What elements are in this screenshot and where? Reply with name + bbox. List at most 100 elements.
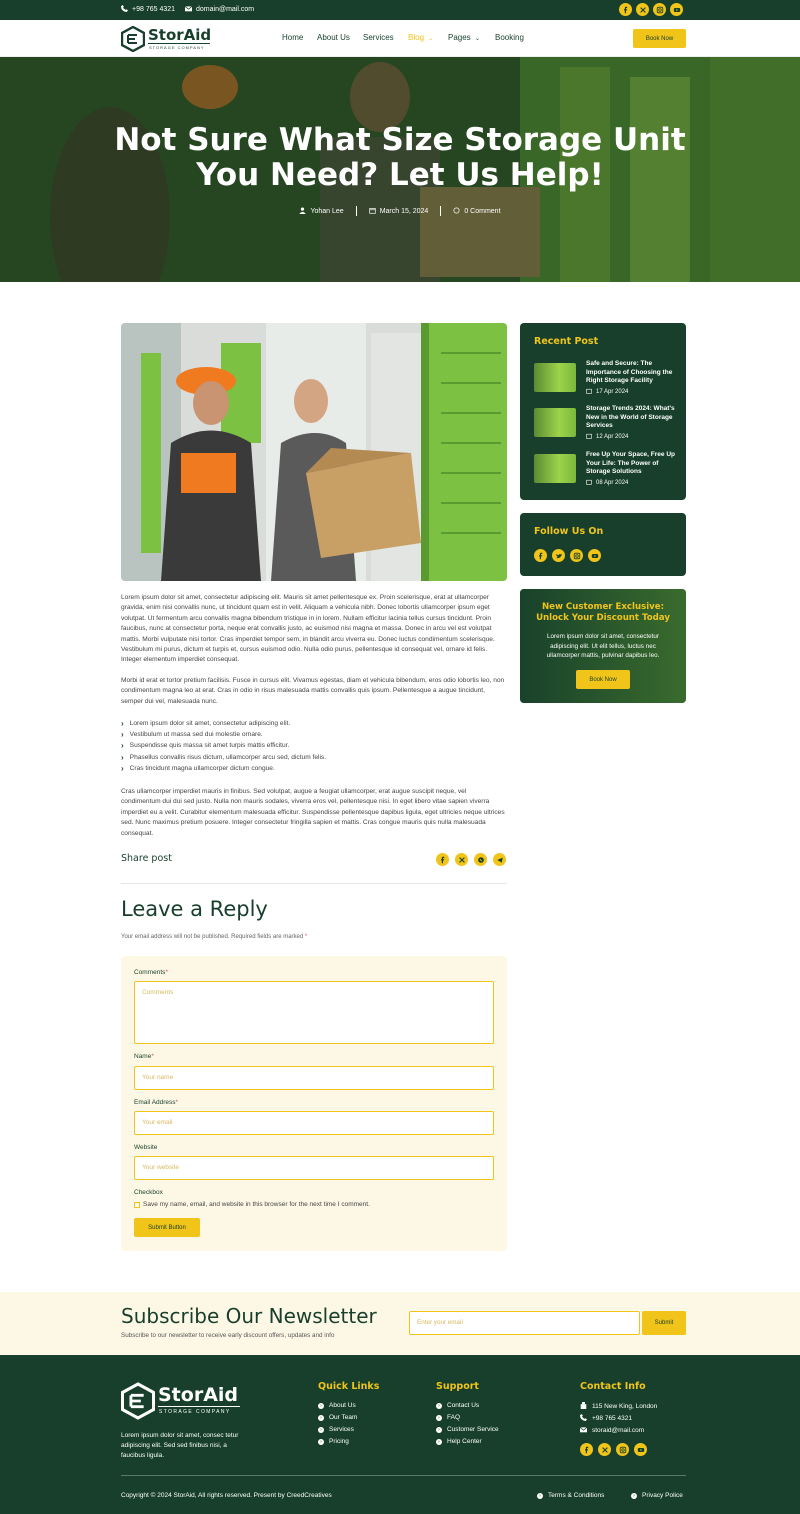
comments-textarea[interactable]: Comments: [134, 981, 494, 1044]
recent-post-title[interactable]: Free Up Your Space, Free Up Your Life: T…: [586, 451, 676, 477]
arrow-right-icon: ›: [318, 1426, 324, 1433]
list-item: › Suspendisse quis massa sit amet turpis …: [121, 741, 290, 750]
footer-address: 115 New King, London: [580, 1402, 657, 1411]
nav-about[interactable]: About Us: [317, 33, 350, 42]
recent-post-date: 12 Apr 2024: [586, 433, 628, 441]
instagram-icon[interactable]: [653, 3, 666, 16]
newsletter-submit-button[interactable]: Submit: [642, 1311, 686, 1335]
post-date: March 15, 2024: [369, 207, 428, 216]
instagram-icon[interactable]: [616, 1443, 629, 1456]
nav-blog[interactable]: Blog ⌄: [408, 33, 433, 42]
nav-booking[interactable]: Booking: [495, 33, 524, 42]
footer-link[interactable]: › Pricing: [318, 1438, 349, 1445]
topbar-phone[interactable]: +98 765 4321: [121, 5, 175, 14]
footer-link[interactable]: › Contact Us: [436, 1402, 479, 1409]
terms-link[interactable]: › Terms & Conditions: [537, 1492, 604, 1499]
footer-link[interactable]: › Customer Service: [436, 1426, 499, 1433]
comment-count: 0 Comment: [464, 207, 501, 215]
youtube-icon[interactable]: [670, 3, 683, 16]
facebook-icon[interactable]: [580, 1443, 593, 1456]
newsletter-email-input[interactable]: Enter your email: [409, 1311, 640, 1335]
chevron-right-icon: ›: [121, 719, 124, 728]
user-icon: [299, 206, 307, 216]
calendar-icon: [369, 207, 376, 216]
share-x-twitter-icon[interactable]: [455, 853, 468, 866]
mail-icon: [579, 1426, 588, 1435]
instagram-icon[interactable]: [570, 549, 583, 562]
quick-links-heading: Quick Links: [318, 1381, 380, 1392]
footer-email[interactable]: storaid@mail.com: [579, 1426, 644, 1435]
arrow-right-icon: ›: [436, 1402, 442, 1409]
twitter-icon[interactable]: [552, 549, 565, 562]
calendar-icon: [586, 479, 592, 487]
article-paragraph-3: Cras ullamcorper imperdiet mauris in fin…: [121, 788, 505, 837]
calendar-icon: [586, 433, 592, 441]
article-paragraph-2: Morbi id erat et tortor pretium facilisi…: [121, 677, 505, 705]
hero-meta: Yohan Lee March 15, 2024 0 Comment: [0, 206, 800, 216]
nav-services[interactable]: Services: [363, 33, 394, 42]
youtube-icon[interactable]: [588, 549, 601, 562]
arrow-right-icon: ›: [436, 1438, 442, 1445]
post-comments[interactable]: 0 Comment: [453, 206, 501, 216]
youtube-icon[interactable]: [634, 1443, 647, 1456]
nav-home[interactable]: Home: [282, 33, 303, 42]
x-twitter-icon[interactable]: [598, 1443, 611, 1456]
footer-brand-tagline: STORAGE COMPANY: [159, 1409, 231, 1415]
top-bar: +98 765 4321 domain@mail.com: [0, 0, 800, 20]
promo-card: New Customer Exclusive: Unlock Your Disc…: [520, 589, 686, 703]
share-facebook-icon[interactable]: [436, 853, 449, 866]
facebook-icon[interactable]: [619, 3, 632, 16]
footer-link[interactable]: › Help Center: [436, 1438, 482, 1445]
recent-post-thumbnail[interactable]: [534, 454, 576, 483]
website-input[interactable]: Your website: [134, 1156, 494, 1180]
newsletter-section: Subscribe Our Newsletter Subscribe to ou…: [0, 1292, 800, 1355]
hexagon-logo-icon: [121, 1382, 155, 1420]
reply-note: Your email address will not be published…: [121, 934, 308, 940]
recent-post-title[interactable]: Safe and Secure: The Importance of Choos…: [586, 360, 676, 386]
brand-logo[interactable]: StorAid STORAGE COMPANY: [121, 24, 216, 52]
submit-comment-button[interactable]: Submit Button: [134, 1218, 200, 1237]
nav-pages[interactable]: Pages ⌄: [448, 33, 480, 42]
footer-brand-name: StorAid: [158, 1384, 239, 1406]
name-input[interactable]: Your name: [134, 1066, 494, 1090]
facebook-icon[interactable]: [534, 549, 547, 562]
recent-post-thumbnail[interactable]: [534, 408, 576, 437]
footer-link[interactable]: › Our Team: [318, 1414, 357, 1421]
newsletter-heading: Subscribe Our Newsletter: [121, 1304, 377, 1328]
topbar-email[interactable]: domain@mail.com: [184, 5, 254, 14]
arrow-right-icon: ›: [436, 1426, 442, 1433]
arrow-right-icon: ›: [318, 1414, 324, 1421]
share-whatsapp-icon[interactable]: [474, 853, 487, 866]
recent-post-title[interactable]: Storage Trends 2024: What's New in the W…: [586, 405, 676, 431]
footer-logo[interactable]: StorAid STORAGE COMPANY: [121, 1381, 241, 1421]
x-twitter-icon[interactable]: [636, 3, 649, 16]
share-telegram-icon[interactable]: [493, 853, 506, 866]
chevron-right-icon: ›: [121, 764, 124, 773]
promo-title: New Customer Exclusive: Unlock Your Disc…: [536, 602, 670, 623]
promo-book-now-button[interactable]: Book Now: [576, 670, 630, 689]
list-item: › Vestibulum ut massa sed dui molestie or…: [121, 730, 263, 739]
hexagon-logo-icon: [121, 26, 145, 52]
follow-us-heading: Follow Us On: [534, 526, 604, 537]
share-post-label: Share post: [121, 853, 172, 864]
footer-link[interactable]: › FAQ: [436, 1414, 460, 1421]
footer-link[interactable]: › About Us: [318, 1402, 356, 1409]
email-input[interactable]: Your email: [134, 1111, 494, 1135]
footer-phone[interactable]: +98 765 4321: [580, 1414, 632, 1423]
site-footer: StorAid STORAGE COMPANY Lorem ipsum dolo…: [0, 1355, 800, 1514]
copyright-text: Copyright © 2024 StorAid, All rights res…: [121, 1492, 332, 1499]
article-featured-image: [121, 323, 507, 581]
book-now-button[interactable]: Book Now: [633, 29, 686, 48]
footer-link[interactable]: › Services: [318, 1426, 354, 1433]
author-name: Yohan Lee: [310, 207, 344, 215]
save-info-checkbox[interactable]: [134, 1201, 140, 1208]
follow-us-card: Follow Us On: [520, 513, 686, 576]
recent-post-thumbnail[interactable]: [534, 363, 576, 392]
contact-info-heading: Contact Info: [580, 1381, 646, 1392]
list-item: › Cras tincidunt magna ullamcorper dictum…: [121, 764, 275, 773]
recent-post-date: 08 Apr 2024: [586, 479, 628, 487]
building-icon: [580, 1402, 587, 1411]
arrow-right-icon: ›: [318, 1438, 324, 1445]
post-author[interactable]: Yohan Lee: [299, 206, 344, 216]
privacy-link[interactable]: › Privacy Police: [631, 1492, 683, 1499]
